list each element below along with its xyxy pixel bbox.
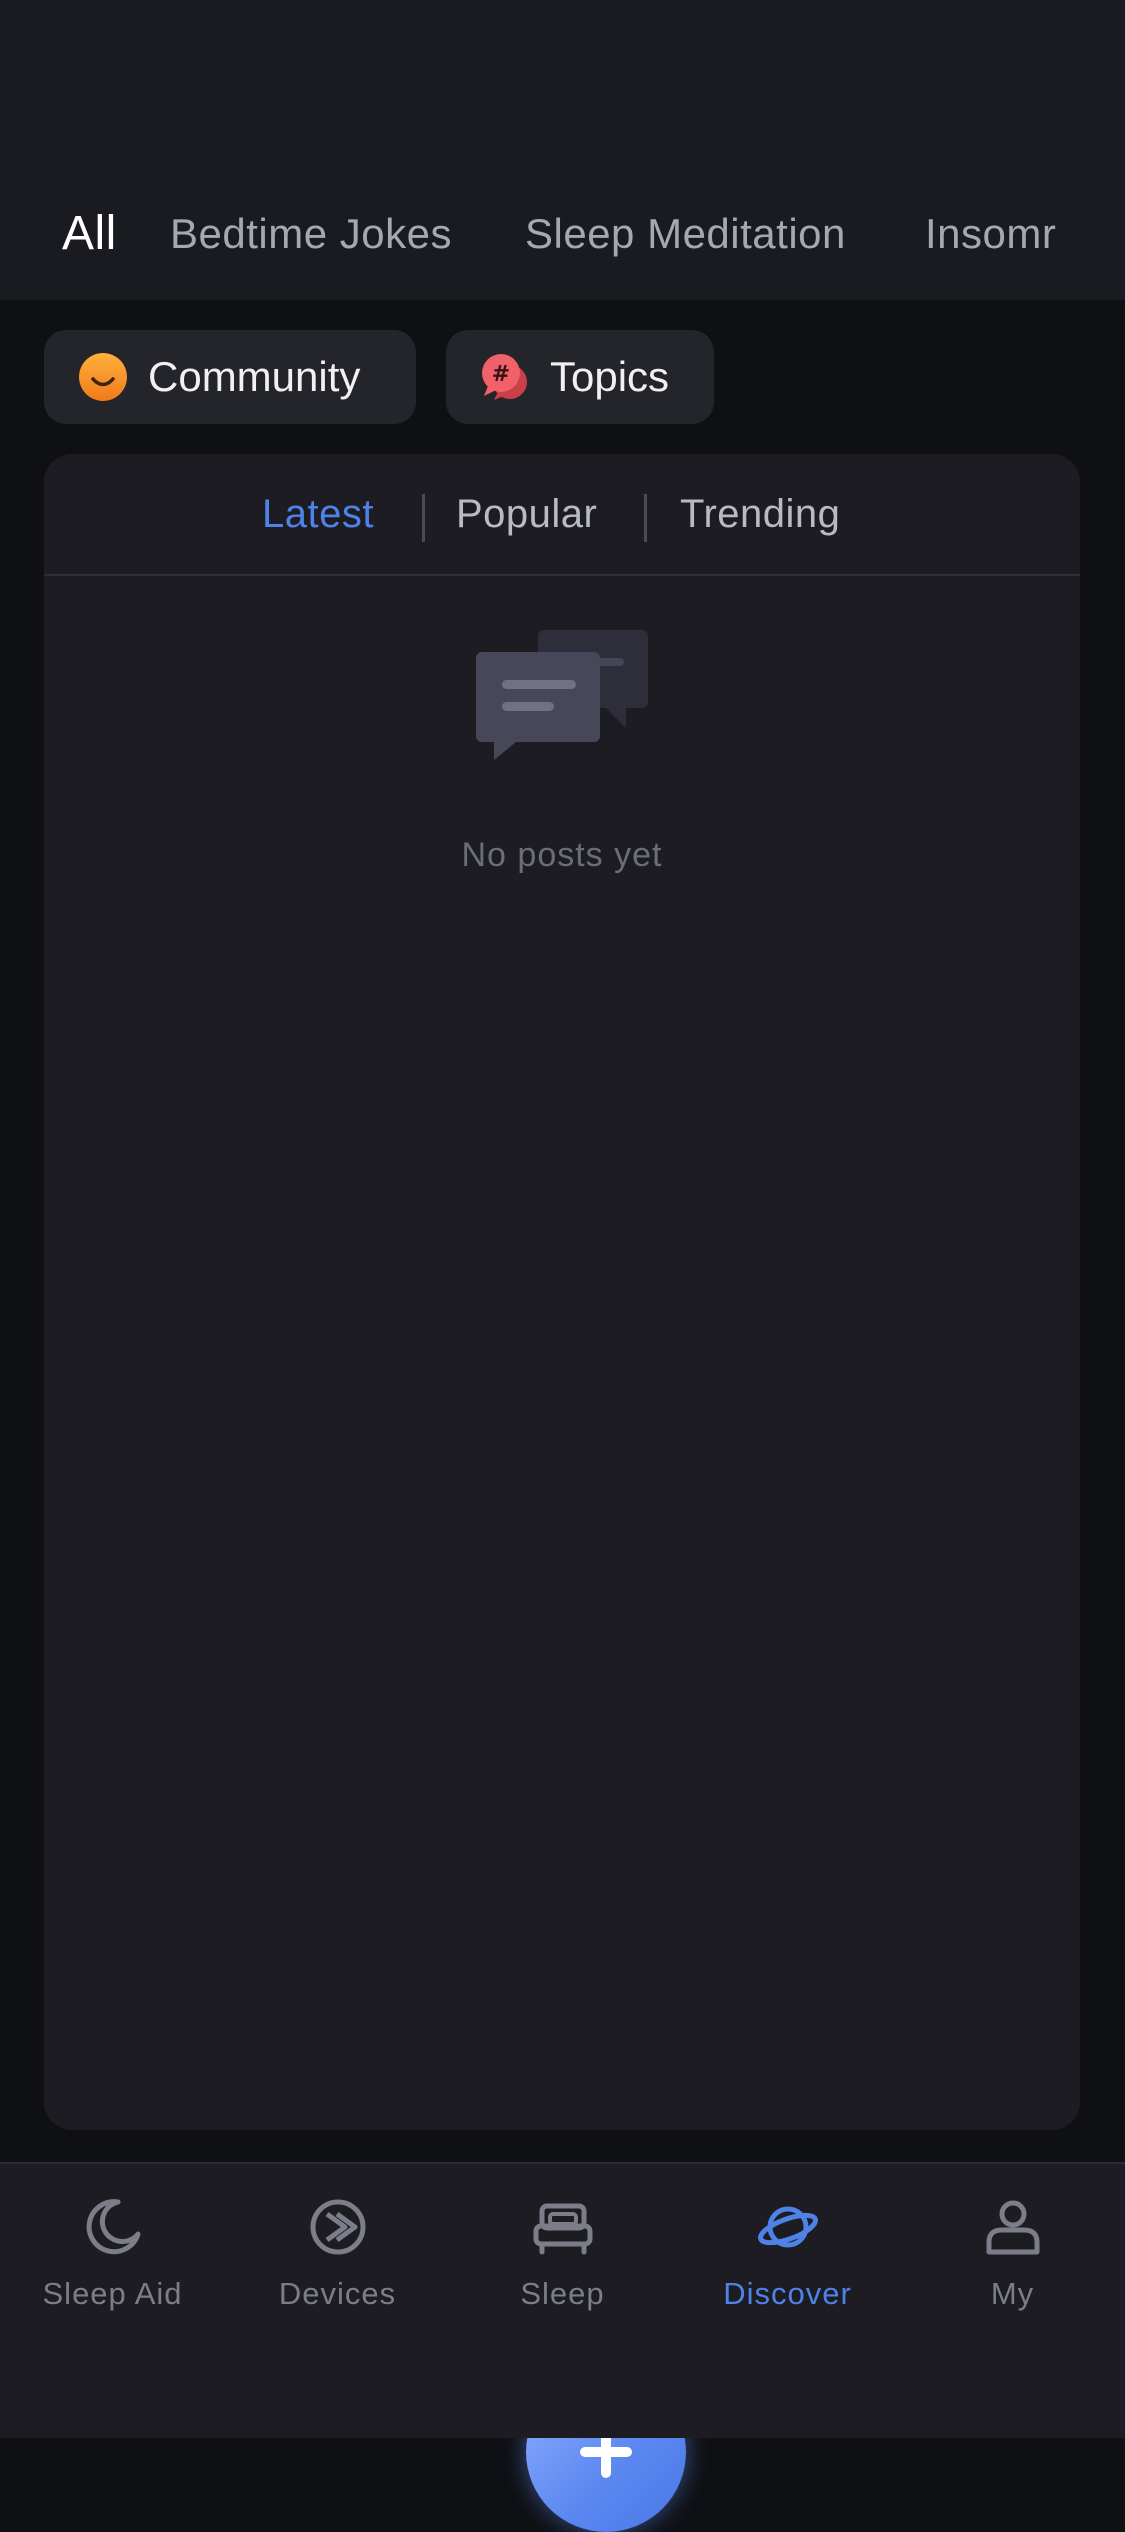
- sort-tab-trending[interactable]: Trending: [680, 492, 840, 537]
- top-bar: All Bedtime Jokes Sleep Meditation Insom…: [0, 0, 1125, 300]
- sort-tabs: Latest Popular Trending: [44, 454, 1080, 576]
- nav-label-sleep-aid: Sleep Aid: [42, 2276, 183, 2311]
- moon-icon: [86, 2199, 140, 2255]
- category-tabs: All Bedtime Jokes Sleep Meditation Insom…: [0, 190, 1125, 280]
- device-icon: [310, 2199, 365, 2255]
- nav-label-my: My: [990, 2276, 1035, 2311]
- nav-label-sleep: Sleep: [520, 2276, 605, 2311]
- category-tab-all[interactable]: All: [62, 206, 117, 261]
- nav-item-devices[interactable]: Devices: [225, 2194, 450, 2334]
- smiley-icon: [79, 353, 127, 401]
- svg-text:#: #: [492, 362, 510, 387]
- nav-label-discover: Discover: [723, 2276, 852, 2311]
- sort-tab-popular[interactable]: Popular: [456, 492, 597, 537]
- bottom-nav: Sleep Aid Devices Sleep Discover My: [0, 2162, 1125, 2438]
- category-tab-sleep-meditation[interactable]: Sleep Meditation: [525, 210, 846, 258]
- topics-chip-label: Topics: [550, 353, 670, 400]
- person-icon: [986, 2200, 1039, 2255]
- nav-label-devices: Devices: [278, 2276, 397, 2311]
- nav-item-sleep-aid[interactable]: Sleep Aid: [0, 2194, 225, 2334]
- chat-bubbles-icon: [476, 630, 648, 760]
- empty-state-text: No posts yet: [461, 836, 663, 874]
- hashtag-chat-icon: #: [482, 354, 527, 400]
- bed-icon: [533, 2203, 592, 2255]
- sort-divider: [422, 494, 425, 542]
- community-chip[interactable]: Community: [44, 330, 416, 424]
- community-chip-label: Community: [148, 353, 361, 400]
- sort-divider: [644, 494, 647, 542]
- posts-panel: Latest Popular Trending No posts yet: [44, 454, 1080, 2532]
- planet-icon: [757, 2206, 818, 2248]
- nav-item-discover[interactable]: Discover: [675, 2194, 900, 2334]
- nav-item-my[interactable]: My: [900, 2194, 1125, 2334]
- topics-chip[interactable]: # Topics: [446, 330, 714, 424]
- nav-item-sleep[interactable]: Sleep: [450, 2194, 675, 2334]
- category-tab-insomnia[interactable]: Insomr: [925, 210, 1056, 258]
- sort-tab-latest[interactable]: Latest: [262, 492, 374, 537]
- category-tab-bedtime-jokes[interactable]: Bedtime Jokes: [170, 210, 452, 258]
